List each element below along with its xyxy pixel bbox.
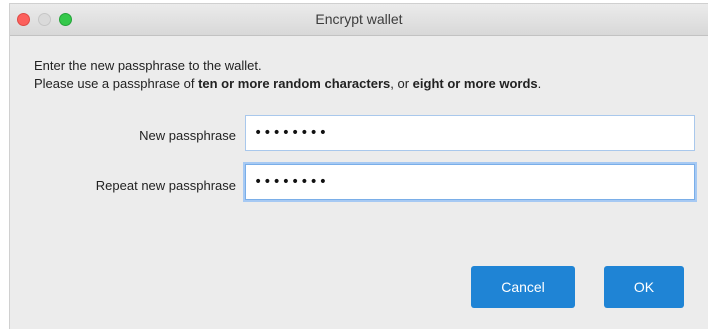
- minimize-icon[interactable]: [38, 13, 51, 26]
- window-title: Encrypt wallet: [315, 11, 403, 27]
- title-bar: Encrypt wallet: [10, 4, 708, 36]
- cancel-button[interactable]: Cancel: [471, 266, 575, 308]
- instruction-prefix: Please use a passphrase of: [34, 76, 199, 91]
- instruction-emphasis-characters: ten or more random characters: [198, 76, 391, 91]
- new-passphrase-field[interactable]: [245, 115, 695, 151]
- new-passphrase-label: New passphrase: [139, 128, 236, 143]
- instruction-line-2: Please use a passphrase of ten or more r…: [34, 76, 541, 91]
- instruction-connector: , or: [390, 76, 413, 91]
- close-icon[interactable]: [17, 13, 30, 26]
- ok-button[interactable]: OK: [604, 266, 684, 308]
- maximize-icon[interactable]: [59, 13, 72, 26]
- repeat-passphrase-field[interactable]: [245, 164, 695, 200]
- encrypt-wallet-dialog: Encrypt wallet Enter the new passphrase …: [10, 4, 708, 329]
- instruction-suffix: .: [537, 76, 542, 91]
- repeat-passphrase-label: Repeat new passphrase: [95, 178, 236, 193]
- instruction-line-1: Enter the new passphrase to the wallet.: [34, 58, 262, 73]
- instruction-emphasis-words: eight or more words: [412, 76, 538, 91]
